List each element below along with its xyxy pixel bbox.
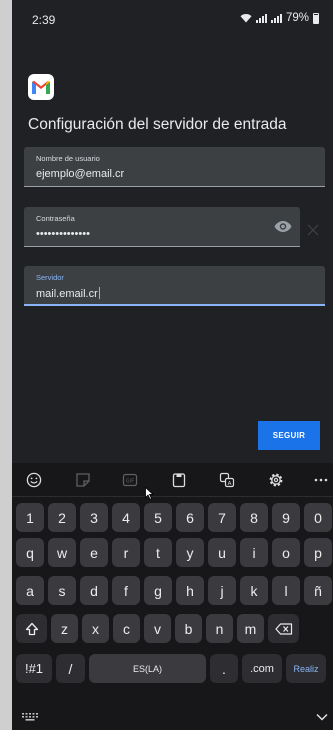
eye-icon[interactable] bbox=[274, 220, 292, 233]
battery-percent: 79% bbox=[285, 12, 309, 24]
key-6[interactable]: 6 bbox=[176, 503, 204, 532]
emoji-icon[interactable] bbox=[26, 472, 42, 488]
key-4[interactable]: 4 bbox=[112, 503, 140, 532]
dot-key[interactable]: . bbox=[210, 654, 238, 683]
username-value: ejemplo@email.cr bbox=[36, 168, 125, 180]
backspace-key[interactable] bbox=[268, 614, 299, 643]
next-button[interactable]: SEGUIR bbox=[258, 421, 320, 450]
server-value: mail.email.cr bbox=[36, 288, 98, 300]
server-field[interactable]: Servidor mail.email.cr bbox=[24, 266, 325, 306]
hide-keyboard-icon[interactable] bbox=[316, 713, 328, 721]
mouse-pointer-icon bbox=[145, 487, 154, 500]
translate-icon[interactable]: A bbox=[219, 472, 235, 488]
key-x[interactable]: x bbox=[82, 614, 109, 643]
more-options-icon[interactable] bbox=[314, 472, 328, 488]
key-k[interactable]: k bbox=[240, 576, 268, 605]
navigation-bar bbox=[12, 702, 333, 730]
backspace-icon bbox=[274, 622, 292, 635]
key-j[interactable]: j bbox=[208, 576, 236, 605]
number-row: 1 2 3 4 5 6 7 8 9 0 bbox=[16, 503, 332, 532]
key-t[interactable]: t bbox=[144, 538, 172, 567]
key-m[interactable]: m bbox=[237, 614, 264, 643]
keyboard-divider bbox=[12, 496, 333, 497]
letter-row-2: a s d f g h j k l ñ bbox=[16, 576, 332, 605]
svg-text:A: A bbox=[228, 481, 232, 487]
slash-key[interactable]: / bbox=[56, 654, 85, 683]
page-title: Configuración del servidor de entrada bbox=[28, 116, 287, 133]
username-field[interactable]: Nombre de usuario ejemplo@email.cr bbox=[24, 147, 325, 187]
wifi-icon bbox=[240, 14, 252, 23]
key-l[interactable]: l bbox=[272, 576, 300, 605]
key-z[interactable]: z bbox=[51, 614, 78, 643]
status-bar: 2:39 79% bbox=[12, 0, 333, 38]
password-value: •••••••••••••• bbox=[36, 228, 90, 240]
key-i[interactable]: i bbox=[240, 538, 268, 567]
key-e[interactable]: e bbox=[80, 538, 108, 567]
space-key[interactable]: ES(LA) bbox=[89, 654, 206, 683]
battery-icon bbox=[313, 12, 319, 24]
close-icon bbox=[307, 224, 319, 236]
server-value-wrap: mail.email.cr bbox=[36, 287, 100, 300]
key-p[interactable]: p bbox=[304, 538, 332, 567]
key-n[interactable]: n bbox=[206, 614, 233, 643]
key-5[interactable]: 5 bbox=[144, 503, 172, 532]
signal-icon bbox=[255, 13, 267, 23]
key-8[interactable]: 8 bbox=[240, 503, 268, 532]
status-icons: 79% bbox=[240, 12, 319, 24]
key-a[interactable]: a bbox=[16, 576, 44, 605]
key-c[interactable]: c bbox=[113, 614, 140, 643]
settings-gear-icon[interactable] bbox=[268, 472, 284, 488]
key-h[interactable]: h bbox=[176, 576, 204, 605]
key-v[interactable]: v bbox=[144, 614, 171, 643]
password-label: Contraseña bbox=[36, 214, 75, 223]
key-b[interactable]: b bbox=[175, 614, 202, 643]
phone-screen: 2:39 79% Configuración del servidor de e… bbox=[12, 0, 333, 730]
key-3[interactable]: 3 bbox=[80, 503, 108, 532]
key-7[interactable]: 7 bbox=[208, 503, 236, 532]
keyboard-switch-icon[interactable] bbox=[22, 713, 38, 721]
key-q[interactable]: q bbox=[16, 538, 44, 567]
signal-icon-2 bbox=[270, 13, 282, 23]
key-g[interactable]: g bbox=[144, 576, 172, 605]
clipboard-icon[interactable] bbox=[171, 472, 187, 488]
key-enye[interactable]: ñ bbox=[304, 576, 332, 605]
key-9[interactable]: 9 bbox=[272, 503, 300, 532]
username-label: Nombre de usuario bbox=[36, 154, 100, 163]
sticker-icon[interactable] bbox=[75, 472, 91, 488]
key-d[interactable]: d bbox=[80, 576, 108, 605]
gmail-logo bbox=[28, 74, 54, 100]
password-field[interactable]: Contraseña •••••••••••••• bbox=[24, 207, 300, 247]
letter-row-3: z x c v b n m bbox=[16, 614, 299, 643]
key-0[interactable]: 0 bbox=[304, 503, 332, 532]
symbols-key[interactable]: !#1 bbox=[16, 654, 52, 683]
key-y[interactable]: y bbox=[176, 538, 204, 567]
gif-icon[interactable]: GIF bbox=[122, 472, 138, 488]
key-u[interactable]: u bbox=[208, 538, 236, 567]
key-r[interactable]: r bbox=[112, 538, 140, 567]
key-w[interactable]: w bbox=[48, 538, 76, 567]
action-key[interactable]: Realiz bbox=[286, 654, 326, 683]
letter-row-1: q w e r t y u i o p bbox=[16, 538, 332, 567]
keyboard: GIF A 1 2 3 4 5 6 7 8 9 0 q w e r t y u … bbox=[12, 463, 333, 730]
key-1[interactable]: 1 bbox=[16, 503, 44, 532]
key-f[interactable]: f bbox=[112, 576, 140, 605]
key-2[interactable]: 2 bbox=[48, 503, 76, 532]
svg-text:GIF: GIF bbox=[126, 479, 134, 485]
text-cursor bbox=[98, 287, 100, 299]
bottom-key-row: !#1 / ES(LA) . .com Realiz bbox=[16, 654, 326, 683]
keyboard-toolbar: GIF A bbox=[12, 466, 333, 494]
key-s[interactable]: s bbox=[48, 576, 76, 605]
shift-icon bbox=[25, 622, 38, 635]
status-time: 2:39 bbox=[32, 13, 56, 27]
shift-key[interactable] bbox=[16, 614, 47, 643]
key-o[interactable]: o bbox=[272, 538, 300, 567]
dotcom-key[interactable]: .com bbox=[242, 654, 282, 683]
server-label: Servidor bbox=[36, 273, 64, 282]
